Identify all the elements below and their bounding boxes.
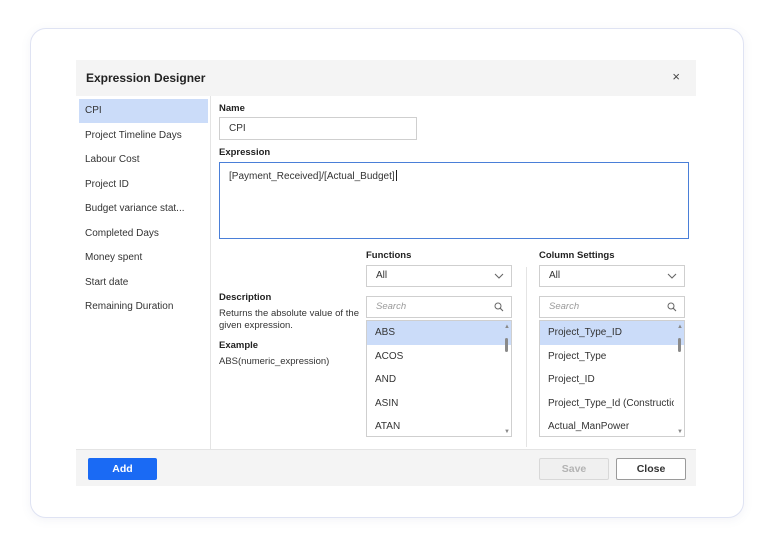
- search-icon: [494, 302, 504, 312]
- sidebar-item-start-date[interactable]: Start date: [79, 271, 208, 295]
- column-item-project-type-id-construction[interactable]: Project_Type_Id (Constructio...: [540, 392, 674, 416]
- functions-scrollbar[interactable]: ▲ ▼: [504, 324, 510, 435]
- function-item-and[interactable]: AND: [367, 368, 501, 392]
- functions-search-input[interactable]: Search: [366, 296, 512, 318]
- scroll-thumb[interactable]: [505, 338, 508, 352]
- dialog-header: Expression Designer ×: [76, 60, 696, 96]
- sidebar-item-project-timeline-days[interactable]: Project Timeline Days: [79, 124, 208, 148]
- functions-label: Functions: [366, 250, 412, 261]
- expression-label: Expression: [219, 147, 271, 158]
- sidebar-item-cpi[interactable]: CPI: [79, 99, 208, 123]
- scroll-thumb[interactable]: [678, 338, 681, 352]
- columns-scrollbar[interactable]: ▲ ▼: [677, 324, 683, 435]
- sidebar-item-labour-cost[interactable]: Labour Cost: [79, 148, 208, 172]
- description-text: Returns the absolute value of the given …: [219, 308, 359, 331]
- name-label: Name: [219, 103, 245, 114]
- columns-filter-value: All: [549, 270, 561, 281]
- name-field[interactable]: CPI: [219, 117, 417, 140]
- close-icon[interactable]: ×: [672, 70, 680, 84]
- sidebar-item-money-spent[interactable]: Money spent: [79, 246, 208, 270]
- dialog-title: Expression Designer: [86, 71, 206, 85]
- save-button[interactable]: Save: [539, 458, 609, 480]
- scroll-up-icon: ▲: [677, 324, 683, 330]
- function-item-atan[interactable]: ATAN: [367, 415, 501, 436]
- chevron-down-icon: [667, 273, 677, 279]
- column-item-actual-manpower[interactable]: Actual_ManPower: [540, 415, 674, 436]
- columns-search-placeholder: Search: [549, 301, 580, 312]
- function-item-acos[interactable]: ACOS: [367, 345, 501, 369]
- scroll-up-icon: ▲: [504, 324, 510, 330]
- column-settings-label: Column Settings: [539, 250, 615, 261]
- dialog-footer: Add Save Close: [76, 449, 696, 486]
- text-caret: [395, 170, 397, 181]
- functions-filter-value: All: [376, 270, 388, 281]
- scroll-down-icon: ▼: [504, 429, 510, 435]
- columns-search-input[interactable]: Search: [539, 296, 685, 318]
- function-item-abs[interactable]: ABS: [367, 321, 511, 345]
- expression-editor[interactable]: [Payment_Received]/[Actual_Budget]: [219, 162, 689, 239]
- close-button[interactable]: Close: [616, 458, 686, 480]
- sidebar-item-budget-variance[interactable]: Budget variance stat...: [79, 197, 208, 221]
- scroll-down-icon: ▼: [677, 429, 683, 435]
- expression-list: CPI Project Timeline Days Labour Cost Pr…: [76, 96, 211, 449]
- example-label: Example: [219, 340, 259, 351]
- panel-divider: [526, 267, 527, 447]
- sidebar-item-completed-days[interactable]: Completed Days: [79, 222, 208, 246]
- sidebar-item-remaining-duration[interactable]: Remaining Duration: [79, 295, 208, 319]
- sidebar-item-project-id[interactable]: Project ID: [79, 173, 208, 197]
- expression-text: [Payment_Received]/[Actual_Budget]: [229, 171, 395, 182]
- functions-search-placeholder: Search: [376, 301, 407, 312]
- column-item-project-type-id[interactable]: Project_Type_ID: [540, 321, 684, 345]
- columns-filter-dropdown[interactable]: All: [539, 265, 685, 287]
- add-button[interactable]: Add: [88, 458, 157, 480]
- function-item-asin[interactable]: ASIN: [367, 392, 501, 416]
- description-label: Description: [219, 292, 272, 303]
- search-icon: [667, 302, 677, 312]
- functions-filter-dropdown[interactable]: All: [366, 265, 512, 287]
- column-item-project-type[interactable]: Project_Type: [540, 345, 674, 369]
- example-text: ABS(numeric_expression): [219, 356, 330, 367]
- column-item-project-id[interactable]: Project_ID: [540, 368, 674, 392]
- expression-designer-dialog: Expression Designer × CPI Project Timeli…: [76, 60, 696, 486]
- columns-list: Project_Type_ID Project_Type Project_ID …: [539, 320, 685, 437]
- functions-list: ABS ACOS AND ASIN ATAN ▲ ▼: [366, 320, 512, 437]
- chevron-down-icon: [494, 273, 504, 279]
